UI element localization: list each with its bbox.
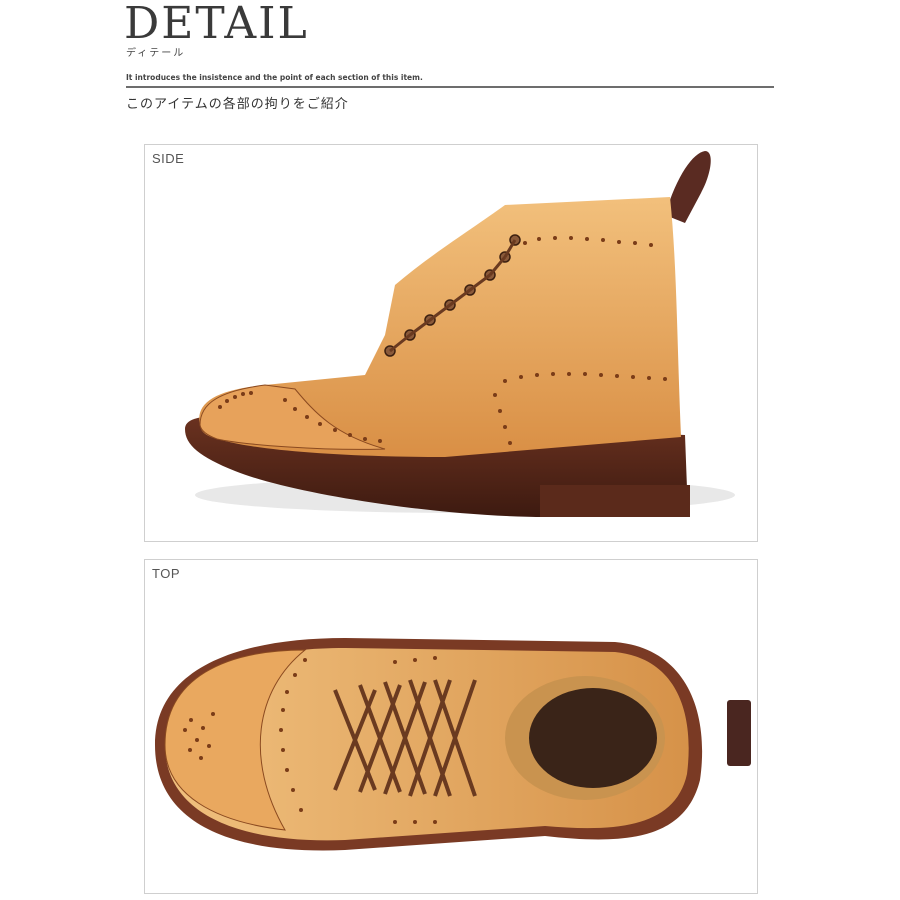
panel-label-side: SIDE bbox=[152, 151, 185, 166]
page-title-kana: ディテール bbox=[126, 48, 186, 59]
page-subtitle: このアイテムの各部の拘りをご紹介 bbox=[126, 97, 349, 112]
top-view-panel: TOP bbox=[144, 559, 758, 894]
side-view-panel: SIDE bbox=[144, 144, 758, 542]
intro-text: It introduces the insistence and the poi… bbox=[126, 73, 423, 82]
panel-label-top: TOP bbox=[152, 566, 180, 581]
boot-top-image bbox=[155, 638, 751, 851]
page-title: DETAIL bbox=[124, 0, 309, 49]
boot-side-image bbox=[185, 151, 735, 517]
header-divider bbox=[126, 86, 774, 88]
